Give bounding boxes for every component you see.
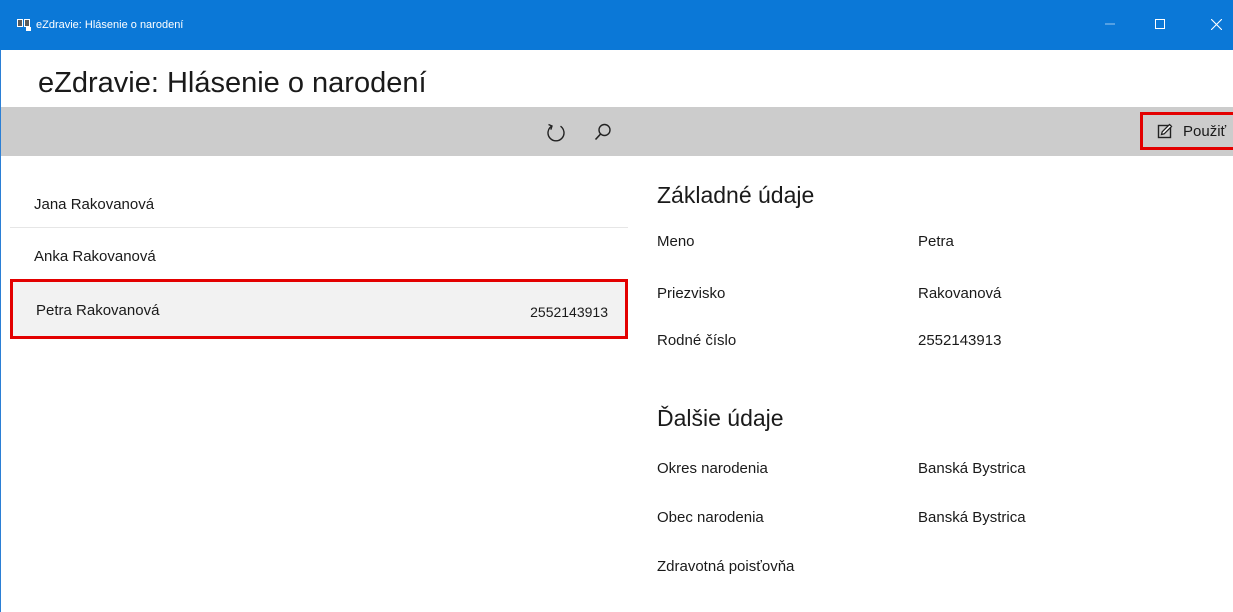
field-value-okres: Banská Bystrica: [918, 460, 1026, 477]
page-title: eZdravie: Hlásenie o narodení: [38, 67, 427, 99]
field-label-meno: Meno: [657, 233, 695, 250]
minimize-button[interactable]: [1096, 10, 1124, 38]
toolbar: Použiť: [1, 107, 1233, 156]
list-item-selected[interactable]: Petra Rakovanová 2552143913: [10, 279, 628, 339]
field-label-obec: Obec narodenia: [657, 509, 764, 526]
field-value-priezvisko: Rakovanová: [918, 285, 1002, 302]
list-item-name: Anka Rakovanová: [34, 248, 156, 265]
person-list: Jana Rakovanová Anka Rakovanová Petra Ra…: [10, 176, 628, 339]
field-value-meno: Petra: [918, 233, 954, 250]
section-title-basic: Základné údaje: [657, 182, 815, 208]
list-item-birth-number: 2552143913: [530, 304, 608, 320]
list-item-name: Jana Rakovanová: [34, 196, 155, 213]
search-button[interactable]: [589, 118, 617, 146]
field-label-poistovna: Zdravotná poisťovňa: [657, 558, 795, 575]
section-title-other: Ďalšie údaje: [657, 405, 784, 431]
window-title: eZdravie: Hlásenie o narodení: [36, 19, 184, 31]
refresh-icon: [547, 123, 565, 142]
use-button[interactable]: Použiť: [1140, 112, 1233, 150]
title-bar: eZdravie: Hlásenie o narodení: [0, 0, 1233, 50]
close-icon: [1210, 18, 1222, 30]
app-icon: [17, 19, 31, 31]
field-value-rodne-cislo: 2552143913: [918, 332, 1002, 349]
list-item[interactable]: Anka Rakovanová: [10, 228, 628, 280]
minimize-icon: [1105, 23, 1115, 25]
list-item-name: Petra Rakovanová: [36, 302, 160, 319]
maximize-button[interactable]: [1146, 10, 1174, 38]
close-button[interactable]: [1202, 10, 1230, 38]
search-icon: [594, 123, 611, 141]
maximize-icon: [1155, 19, 1165, 29]
use-button-label: Použiť: [1183, 122, 1227, 140]
field-label-priezvisko: Priezvisko: [657, 285, 726, 302]
field-label-okres: Okres narodenia: [657, 460, 768, 477]
edit-icon: [1157, 123, 1173, 139]
field-label-rodne-cislo: Rodné číslo: [657, 332, 737, 349]
field-value-obec: Banská Bystrica: [918, 509, 1026, 526]
list-item[interactable]: Jana Rakovanová: [10, 176, 628, 228]
refresh-button[interactable]: [542, 118, 570, 146]
